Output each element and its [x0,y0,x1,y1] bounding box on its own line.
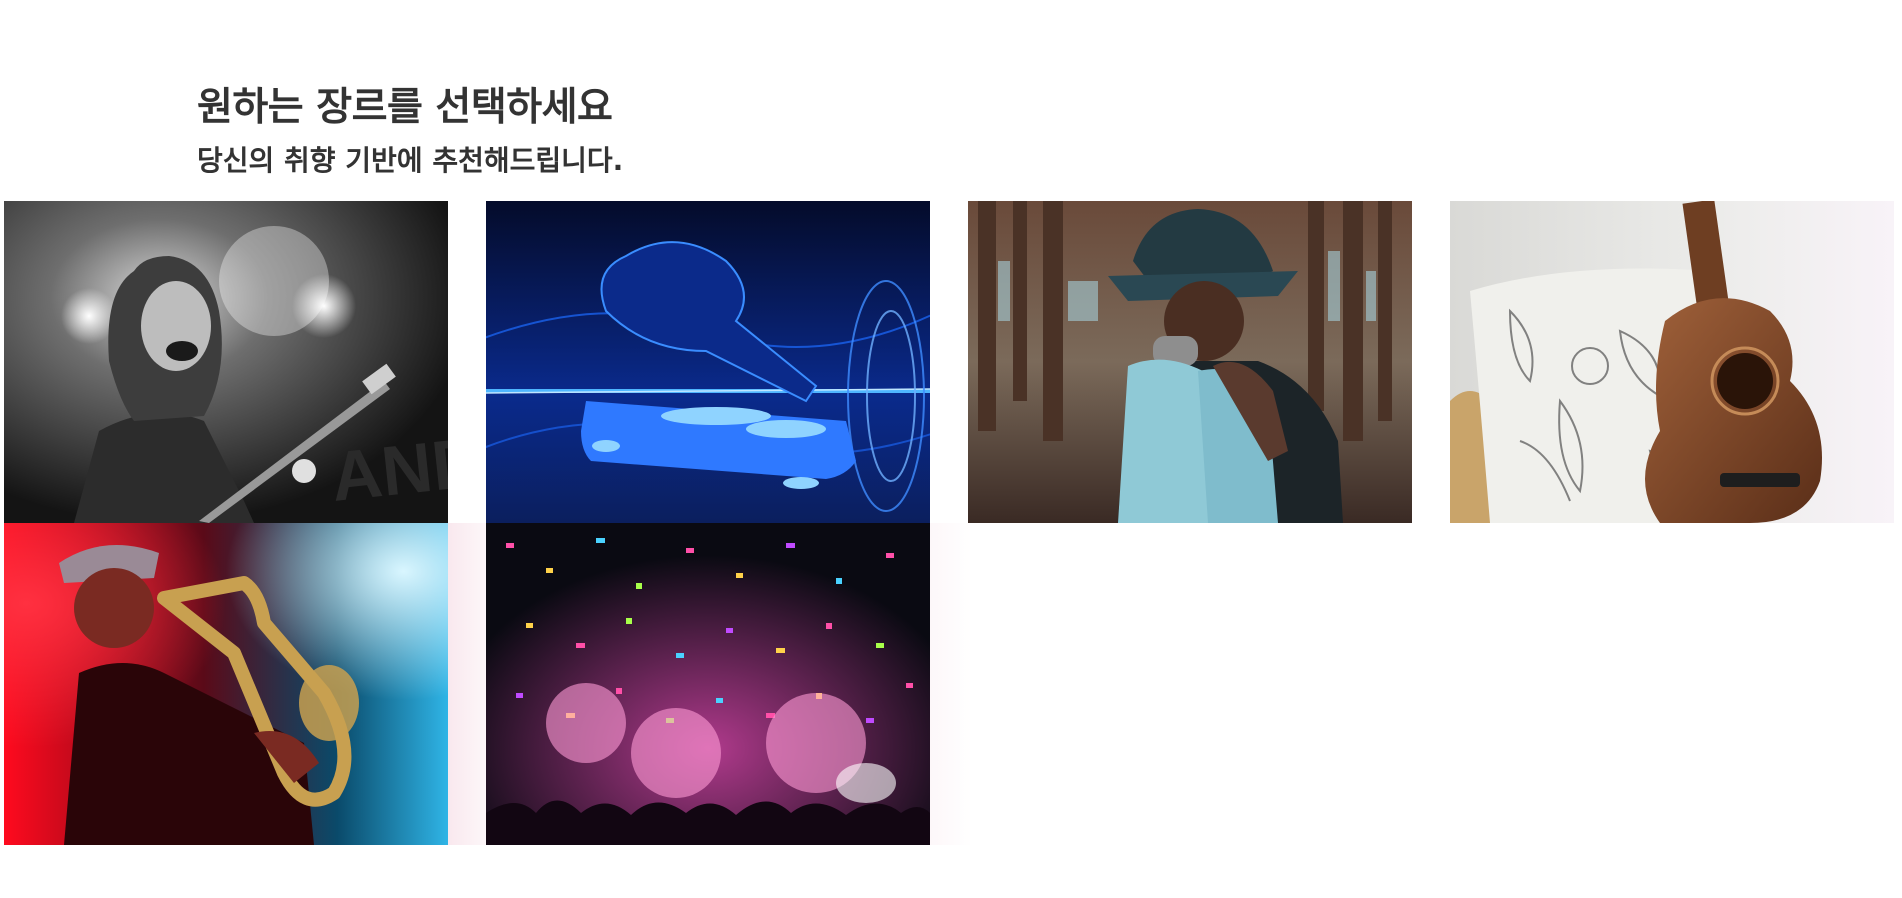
saxophone-player-image [4,523,448,845]
genre-card-hiphop[interactable] [968,201,1412,523]
page-subtitle: 당신의 취향 기반에 추천해드립니다. [197,144,624,177]
confetti-crowd-image [486,523,930,845]
rock-guitarist-image: ANDY [4,201,448,523]
genre-grid: ANDY [4,201,1898,845]
rapper-microphone-image [968,201,1412,523]
genre-card-jazz[interactable] [4,523,448,845]
genre-header: 원하는 장르를 선택하세요 당신의 취향 기반에 추천해드립니다. [197,82,623,180]
acoustic-guitar-image [1450,201,1894,523]
genre-card-rock[interactable]: ANDY [4,201,448,523]
gradient-spacer [448,523,486,845]
page-title: 원하는 장르를 선택하세요 [197,85,613,130]
dj-turntable-image [486,201,930,523]
genre-card-party[interactable] [486,523,930,845]
genre-card-acoustic[interactable] [1450,201,1894,523]
gradient-spacer [930,523,972,845]
genre-card-edm[interactable] [486,201,930,523]
